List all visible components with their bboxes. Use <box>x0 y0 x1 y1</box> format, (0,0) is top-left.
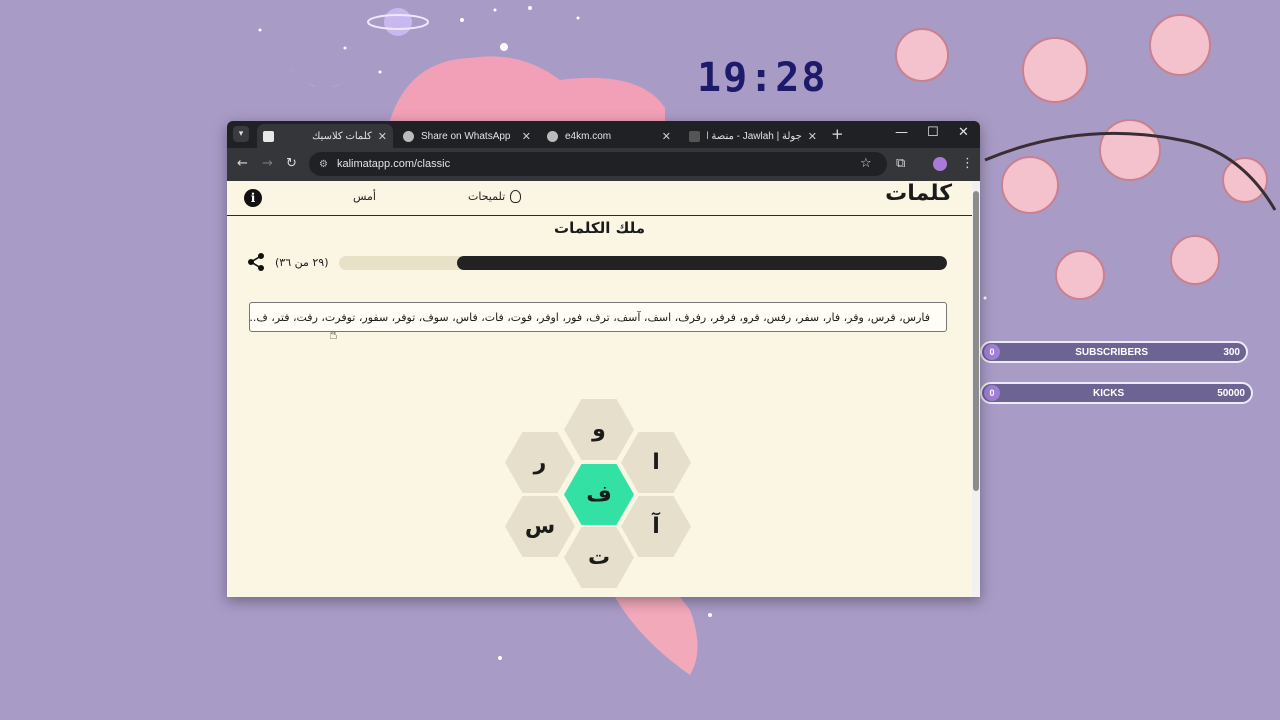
tab-kalimat-classic[interactable]: كلمات كلاسيك ✕ <box>257 124 393 148</box>
address-bar-url: kalimatapp.com/classic <box>336 158 451 170</box>
bookmark-star-icon[interactable]: ☆ <box>860 156 872 171</box>
minimize-window-icon[interactable]: — <box>895 125 908 140</box>
tab-title: e4km.com <box>565 130 612 142</box>
tab-title: Share on WhatsApp <box>421 130 511 142</box>
new-tab-plus-icon[interactable]: + <box>831 125 844 143</box>
scrollbar-thumb[interactable] <box>973 191 979 491</box>
profile-avatar[interactable] <box>933 157 947 171</box>
e4km-favicon-icon <box>547 130 558 142</box>
kicks-goal-widget: 0 KICKS 50000 <box>980 382 1253 404</box>
hex-letter-top-right[interactable]: ا <box>621 432 691 493</box>
globe-favicon-icon <box>403 130 414 142</box>
letter-hive: و ا آ ت س ر ف <box>227 181 972 597</box>
close-tab-icon[interactable]: ✕ <box>662 130 671 143</box>
hex-letter-top-left[interactable]: ر <box>505 432 575 493</box>
tab-title: كلمات كلاسيك <box>312 130 372 142</box>
subscribers-goal-widget: 0 SUBSCRIBERS 300 <box>980 341 1248 363</box>
widget-knob: 0 <box>984 385 1000 401</box>
kalimat-favicon-icon <box>263 130 274 142</box>
hex-letter-bottom[interactable]: ت <box>564 527 634 588</box>
web-page: i أمس تلميحات كلمات ملك الكلمات (٢٩ من ٣… <box>227 181 972 597</box>
address-bar[interactable]: ⚙ kalimatapp.com/classic <box>309 152 887 176</box>
close-tab-icon[interactable]: ✕ <box>378 130 387 143</box>
hex-letter-bottom-left[interactable]: س <box>505 496 575 557</box>
browser-toolbar: ← → ↻ ⚙ kalimatapp.com/classic ☆ ⧉ ⋮ <box>227 148 980 181</box>
tab-e4km[interactable]: e4km.com ✕ <box>541 124 677 148</box>
hex-letter-bottom-right[interactable]: آ <box>621 496 691 557</box>
reload-icon[interactable]: ↻ <box>286 156 297 171</box>
desktop-clock: 19:28 <box>697 55 828 101</box>
tab-share-whatsapp[interactable]: Share on WhatsApp ✕ <box>397 124 537 148</box>
forward-arrow-icon[interactable]: → <box>262 156 273 171</box>
close-window-icon[interactable]: ✕ <box>958 125 969 140</box>
widget-knob: 0 <box>984 344 1000 360</box>
tab-search-chevron-icon[interactable]: ▾ <box>233 126 249 142</box>
back-arrow-icon[interactable]: ← <box>237 156 248 171</box>
tab-strip: ▾ كلمات كلاسيك ✕ Share on WhatsApp ✕ e4k… <box>227 121 980 148</box>
jawlah-favicon-icon <box>689 130 700 142</box>
close-tab-icon[interactable]: ✕ <box>522 130 531 143</box>
site-info-icon[interactable]: ⚙ <box>319 159 328 170</box>
extensions-puzzle-icon[interactable]: ⧉ <box>896 156 905 171</box>
close-tab-icon[interactable]: ✕ <box>808 130 817 143</box>
hex-letter-top[interactable]: و <box>564 399 634 460</box>
page-scrollbar[interactable] <box>972 181 980 597</box>
widget-label: KICKS <box>1093 387 1125 399</box>
widget-goal: 300 <box>1223 346 1240 358</box>
widget-goal: 50000 <box>1217 387 1245 399</box>
widget-label: SUBSCRIBERS <box>1075 346 1149 358</box>
maximize-window-icon[interactable]: ☐ <box>927 125 939 140</box>
tab-title: جولة | Jawlah - منصة الألـ <box>707 130 802 142</box>
browser-window: ▾ كلمات كلاسيك ✕ Share on WhatsApp ✕ e4k… <box>227 121 980 597</box>
tab-jawlah[interactable]: جولة | Jawlah - منصة الألـ ✕ <box>683 124 823 148</box>
hex-letter-center[interactable]: ف <box>564 464 634 525</box>
browser-menu-kebab-icon[interactable]: ⋮ <box>961 156 974 171</box>
